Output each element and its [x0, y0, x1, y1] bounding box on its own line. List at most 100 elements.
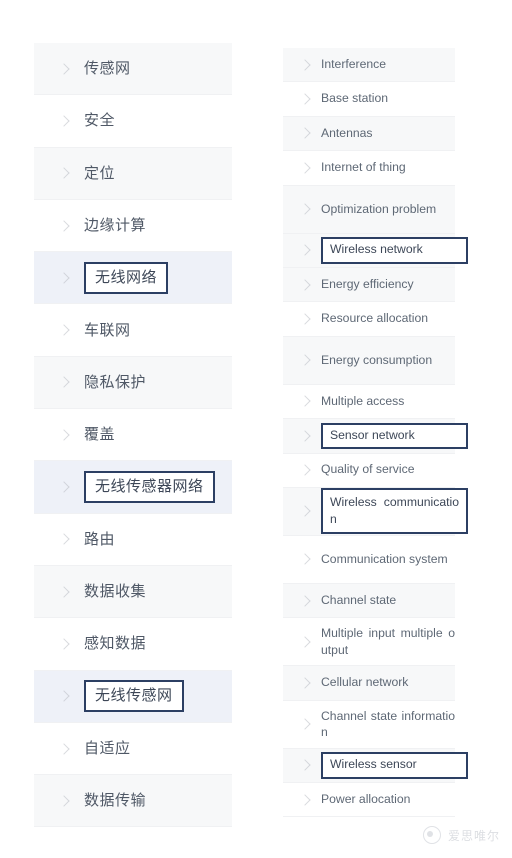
chevron-right-icon[interactable] — [299, 636, 311, 648]
chevron-right-icon[interactable] — [299, 395, 311, 407]
list-item[interactable]: Wireless network — [283, 233, 468, 268]
list-item[interactable]: 数据传输 — [34, 775, 232, 828]
chevron-right-icon[interactable] — [299, 505, 311, 517]
list-item[interactable]: 数据收集 — [34, 565, 232, 619]
list-item[interactable]: 传感网 — [34, 43, 232, 96]
list-item-label: Internet of thing — [321, 160, 406, 175]
list-item-label: 车联网 — [84, 321, 131, 339]
list-item[interactable]: 无线传感器网络 — [34, 461, 232, 514]
list-item[interactable]: Channel state information — [283, 700, 455, 749]
chevron-right-icon[interactable] — [299, 93, 311, 105]
list-item[interactable]: 路由 — [34, 513, 232, 566]
list-item[interactable]: Quality of service — [283, 453, 455, 488]
list-item-label: Energy efficiency — [321, 276, 414, 291]
list-item[interactable]: Base station — [283, 82, 455, 117]
list-item[interactable]: 边缘计算 — [34, 199, 232, 253]
list-item-label: 路由 — [84, 530, 116, 548]
chevron-right-icon[interactable] — [299, 162, 311, 174]
chevron-right-icon[interactable] — [299, 354, 311, 366]
list-item-label-highlighted: Wireless network — [321, 236, 468, 264]
list-item[interactable]: Power allocation — [283, 783, 455, 818]
chevron-right-icon[interactable] — [299, 59, 311, 71]
chevron-right-icon[interactable] — [58, 219, 72, 233]
list-item-label: 传感网 — [84, 60, 131, 78]
watermark: 爱思唯尔 — [422, 826, 500, 844]
chevron-right-icon[interactable] — [299, 794, 311, 806]
list-item-label: Communication system — [321, 552, 448, 567]
list-item[interactable]: Energy efficiency — [283, 267, 455, 303]
list-item[interactable]: 安全 — [34, 95, 232, 148]
list-item[interactable]: 无线网络 — [34, 252, 232, 305]
chevron-right-icon[interactable] — [299, 279, 311, 291]
chevron-right-icon[interactable] — [58, 62, 72, 76]
list-item-label-highlighted: Wireless sensor — [321, 752, 468, 779]
chevron-right-icon[interactable] — [58, 742, 72, 756]
list-item[interactable]: Sensor network — [283, 419, 468, 454]
list-item-label: 感知数据 — [84, 635, 147, 653]
list-item-label: Quality of service — [321, 462, 415, 477]
list-item-label: Channel state information — [321, 708, 455, 740]
list-item-label: Interference — [321, 56, 387, 71]
list-item[interactable]: Communication system — [283, 535, 455, 584]
list-item[interactable]: Optimization problem — [283, 185, 455, 234]
list-item-label: 定位 — [84, 164, 116, 182]
list-item[interactable]: Resource allocation — [283, 302, 455, 337]
chevron-right-icon[interactable] — [58, 480, 72, 494]
chevron-right-icon[interactable] — [58, 323, 72, 337]
chevron-right-icon[interactable] — [299, 313, 311, 325]
chevron-right-icon[interactable] — [299, 127, 311, 139]
keyword-panel: 传感网安全定位边缘计算 无线网络车联网隐私保护覆盖无线传感器网络路由数据收集感知数… — [0, 0, 512, 858]
list-item-label: Energy consumption — [321, 353, 433, 367]
list-item[interactable]: 定位 — [34, 147, 232, 200]
chevron-right-icon[interactable] — [58, 637, 72, 651]
chevron-right-icon[interactable] — [58, 428, 72, 442]
list-item[interactable]: Wireless communication — [283, 487, 468, 536]
list-item[interactable]: Internet of thing — [283, 151, 455, 186]
chevron-right-icon[interactable] — [58, 532, 72, 546]
list-item-label: 隐私保护 — [84, 373, 147, 391]
chevron-right-icon[interactable] — [58, 794, 72, 808]
chevron-right-icon[interactable] — [299, 553, 311, 565]
chevron-right-icon[interactable] — [58, 114, 72, 128]
chevron-right-icon[interactable] — [299, 244, 311, 256]
list-item[interactable]: Channel state — [283, 583, 455, 619]
list-item[interactable]: Wireless sensor — [283, 748, 468, 784]
list-item[interactable]: Cellular network — [283, 666, 455, 701]
chevron-right-icon[interactable] — [299, 595, 311, 607]
list-item-label: 自适应 — [84, 739, 131, 757]
chevron-right-icon[interactable] — [299, 430, 311, 442]
chinese-keyword-list: 传感网安全定位边缘计算 无线网络车联网隐私保护覆盖无线传感器网络路由数据收集感知数… — [34, 43, 232, 828]
list-item-label: Power allocation — [321, 791, 411, 806]
list-item-label-highlighted: 无线传感网 — [84, 680, 184, 713]
chevron-right-icon[interactable] — [58, 271, 72, 285]
chevron-right-icon[interactable] — [58, 585, 72, 599]
list-item-label: Cellular network — [321, 675, 409, 690]
list-item-label-highlighted: Sensor network — [321, 422, 468, 450]
chevron-right-icon[interactable] — [58, 375, 72, 389]
list-item[interactable]: 覆盖 — [34, 409, 232, 462]
chevron-right-icon[interactable] — [58, 166, 72, 180]
watermark-label: 爱思唯尔 — [447, 828, 500, 843]
list-item[interactable]: Interference — [283, 48, 455, 83]
chevron-right-icon[interactable] — [299, 203, 311, 215]
list-item[interactable]: Multiple access — [283, 384, 455, 420]
list-item[interactable]: Antennas — [283, 116, 455, 152]
list-item[interactable]: 无线传感网 — [34, 670, 232, 723]
chevron-right-icon[interactable] — [58, 689, 72, 703]
chevron-right-icon[interactable] — [299, 677, 311, 689]
chevron-right-icon[interactable] — [299, 759, 311, 771]
list-item-label: 覆盖 — [84, 426, 116, 444]
list-item-label: Resource allocation — [321, 311, 429, 326]
list-item[interactable]: 隐私保护 — [34, 356, 232, 410]
list-item[interactable]: Multiple input multiple output — [283, 618, 455, 667]
list-item[interactable]: 感知数据 — [34, 618, 232, 671]
list-item-label: Base station — [321, 91, 389, 106]
chevron-right-icon[interactable] — [299, 718, 311, 730]
list-item[interactable]: 自适应 — [34, 722, 232, 776]
list-item[interactable]: 车联网 — [34, 304, 232, 357]
list-item[interactable]: Energy consumption — [283, 336, 455, 385]
list-item-label-highlighted: Wireless communication — [321, 488, 468, 535]
chevron-right-icon[interactable] — [299, 464, 311, 476]
list-item-label-highlighted: 无线传感器网络 — [84, 470, 215, 504]
list-item-label: 安全 — [84, 112, 116, 130]
